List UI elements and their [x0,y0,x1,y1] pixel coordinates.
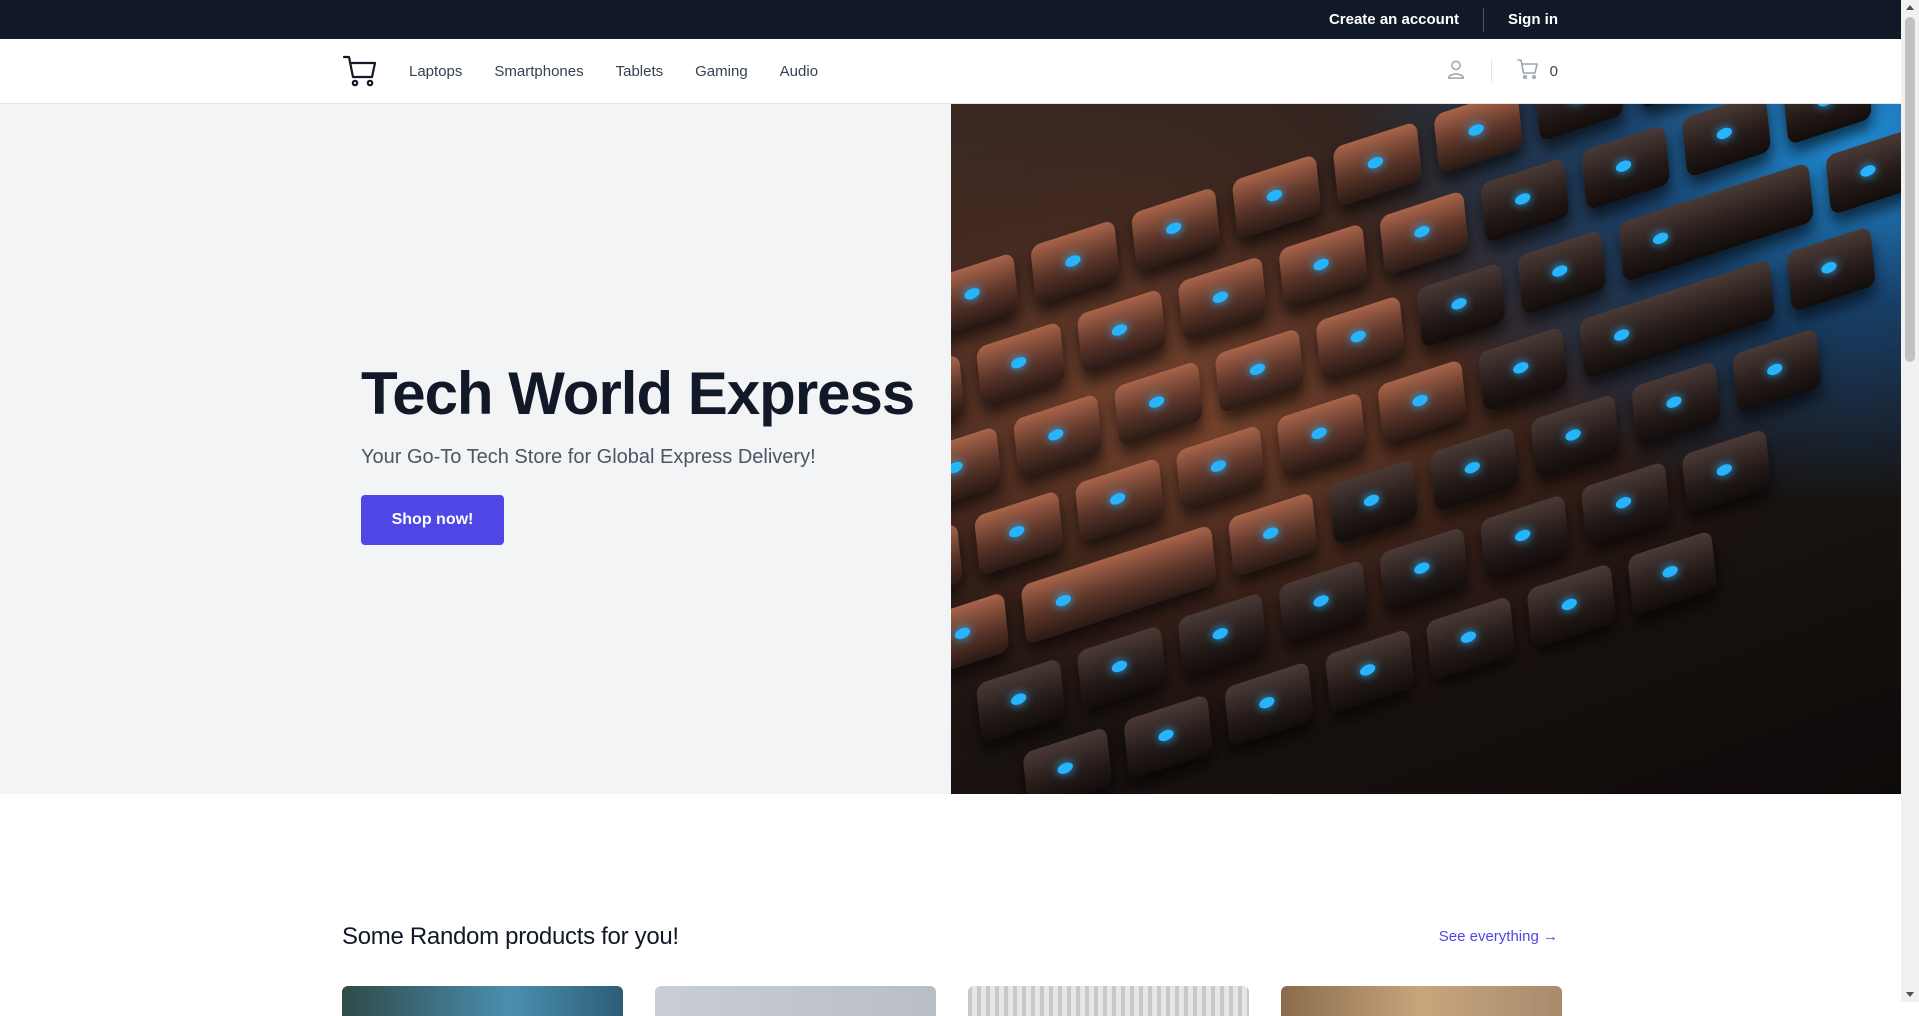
scroll-down-arrow[interactable] [1906,992,1914,997]
nav-link-gaming[interactable]: Gaming [695,63,748,80]
sign-in-link[interactable]: Sign in [1508,11,1558,28]
nav-link-laptops[interactable]: Laptops [409,63,462,80]
cart-count: 0 [1549,62,1558,80]
scroll-up-arrow[interactable] [1906,5,1914,10]
products-heading: Some Random products for you! [342,923,679,950]
top-announcement-bar: Create an account Sign in [0,0,1901,39]
category-links: Laptops Smartphones Tablets Gaming Audio [409,39,818,103]
hero-subtitle: Your Go-To Tech Store for Global Express… [361,446,816,468]
create-account-link[interactable]: Create an account [1329,11,1459,28]
cart-button[interactable]: 0 [1516,57,1558,86]
topbar-divider [1483,7,1484,32]
product-card[interactable] [655,986,936,1016]
product-cards [342,986,1562,1016]
hero-text: Tech World Express Your Go-To Tech Store… [361,359,915,545]
scrollbar-thumb[interactable] [1905,17,1915,362]
nav-link-smartphones[interactable]: Smartphones [494,63,583,80]
topbar-links: Create an account Sign in [1329,0,1558,39]
product-card[interactable] [968,986,1249,1016]
keyboard-illustration [951,104,1901,794]
user-icon[interactable] [1445,58,1467,85]
nav-link-tablets[interactable]: Tablets [616,63,664,80]
hero-title: Tech World Express [361,360,915,427]
shop-now-button[interactable]: Shop now! [361,495,504,545]
product-card[interactable] [342,986,623,1016]
nav-actions: 0 [1445,39,1558,103]
hero-section: Tech World Express Your Go-To Tech Store… [0,104,1901,794]
nav-link-audio[interactable]: Audio [780,63,818,80]
main-navigation: Laptops Smartphones Tablets Gaming Audio… [0,39,1901,104]
product-card[interactable] [1281,986,1562,1016]
hero-keyboard-image [951,104,1901,794]
see-everything-link[interactable]: See everything → [1439,928,1558,945]
products-section: Some Random products for you! See everyt… [0,794,1901,1016]
cart-icon [1516,57,1540,86]
page-scrollbar[interactable] [1901,0,1919,1002]
nav-divider [1490,59,1492,83]
cart-logo-icon[interactable] [342,53,378,89]
